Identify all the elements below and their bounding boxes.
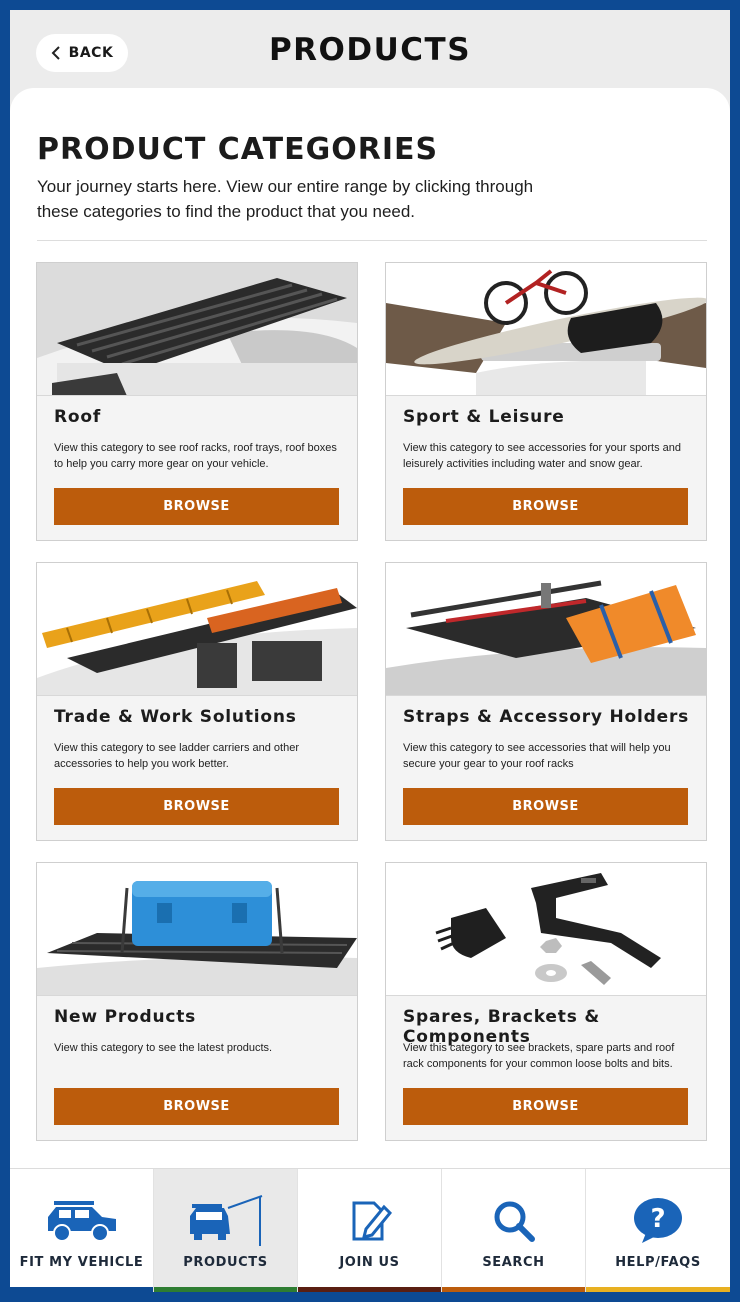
roof-rack-image bbox=[37, 263, 357, 396]
category-card-sport-leisure[interactable]: Sport & Leisure View this category to se… bbox=[385, 262, 707, 541]
category-card-straps-holders[interactable]: Straps & Accessory Holders View this cat… bbox=[385, 562, 707, 841]
category-card-trade-work[interactable]: Trade & Work Solutions View this categor… bbox=[36, 562, 358, 841]
page-title: PRODUCTS bbox=[268, 32, 472, 68]
recovery-boards-image bbox=[386, 563, 706, 696]
card-title: Sport & Leisure bbox=[403, 407, 565, 427]
browse-button[interactable]: BROWSE bbox=[403, 488, 688, 525]
browse-button[interactable]: BROWSE bbox=[403, 788, 688, 825]
nav-label: SEARCH bbox=[482, 1255, 545, 1270]
bottom-nav: FIT MY VEHICLE PRODUCTS JOIN US SEARCH ?… bbox=[10, 1168, 730, 1292]
header: BACK PRODUCTS bbox=[10, 10, 730, 100]
nav-label: JOIN US bbox=[339, 1255, 400, 1270]
nav-color-bar bbox=[154, 1287, 297, 1292]
card-title: New Products bbox=[54, 1007, 197, 1027]
nav-color-bar bbox=[10, 1287, 153, 1292]
nav-label: FIT MY VEHICLE bbox=[19, 1255, 144, 1270]
app-frame: BACK PRODUCTS PRODUCT CATEGORIES Your jo… bbox=[10, 10, 730, 1292]
divider bbox=[37, 240, 707, 241]
card-description: View this category to see accessories th… bbox=[403, 742, 671, 770]
browse-button[interactable]: BROWSE bbox=[54, 488, 339, 525]
card-title: Straps & Accessory Holders bbox=[403, 707, 690, 727]
category-card-roof[interactable]: Roof View this category to see roof rack… bbox=[36, 262, 358, 541]
card-title: Trade & Work Solutions bbox=[54, 707, 297, 727]
nav-label: PRODUCTS bbox=[183, 1255, 268, 1270]
vehicle-icon bbox=[47, 1201, 116, 1242]
card-description: View this category to see roof racks, ro… bbox=[54, 442, 337, 470]
nav-search[interactable]: SEARCH bbox=[442, 1169, 586, 1292]
category-card-new-products[interactable]: New Products View this category to see t… bbox=[36, 862, 358, 1141]
nav-fit-my-vehicle[interactable]: FIT MY VEHICLE bbox=[10, 1169, 154, 1292]
nav-color-bar bbox=[586, 1287, 730, 1292]
nav-color-bar bbox=[442, 1287, 585, 1292]
nav-products[interactable]: PRODUCTS bbox=[154, 1169, 298, 1292]
card-description: View this category to see the latest pro… bbox=[54, 1042, 273, 1054]
vehicle-awning-icon bbox=[189, 1195, 262, 1246]
card-description: View this category to see accessories fo… bbox=[403, 442, 681, 470]
nav-help-faqs[interactable]: ? HELP/FAQS bbox=[586, 1169, 730, 1292]
section-intro: Your journey starts here. View our entir… bbox=[37, 177, 534, 221]
svg-text:?: ? bbox=[650, 1204, 665, 1234]
help-icon: ? bbox=[634, 1198, 682, 1243]
ladder-rack-image bbox=[37, 563, 357, 696]
section-title: PRODUCT CATEGORIES bbox=[37, 132, 439, 167]
search-icon bbox=[494, 1201, 535, 1242]
browse-button[interactable]: BROWSE bbox=[403, 1088, 688, 1125]
card-title: Roof bbox=[54, 407, 102, 427]
blue-case-image bbox=[37, 863, 357, 996]
card-description: View this category to see ladder carrier… bbox=[54, 742, 299, 770]
nav-color-bar bbox=[298, 1287, 441, 1292]
edit-document-icon bbox=[352, 1201, 392, 1241]
browse-button[interactable]: BROWSE bbox=[54, 1088, 339, 1125]
nav-label: HELP/FAQS bbox=[615, 1255, 701, 1270]
bracket-parts-image bbox=[386, 863, 706, 996]
browse-button[interactable]: BROWSE bbox=[54, 788, 339, 825]
category-card-spares-brackets[interactable]: Spares, Brackets & Components View this … bbox=[385, 862, 707, 1141]
bike-kayak-image bbox=[386, 263, 706, 396]
main-content: PRODUCT CATEGORIES Your journey starts h… bbox=[10, 88, 730, 1168]
nav-join-us[interactable]: JOIN US bbox=[298, 1169, 442, 1292]
card-description: View this category to see brackets, spar… bbox=[403, 1042, 675, 1070]
